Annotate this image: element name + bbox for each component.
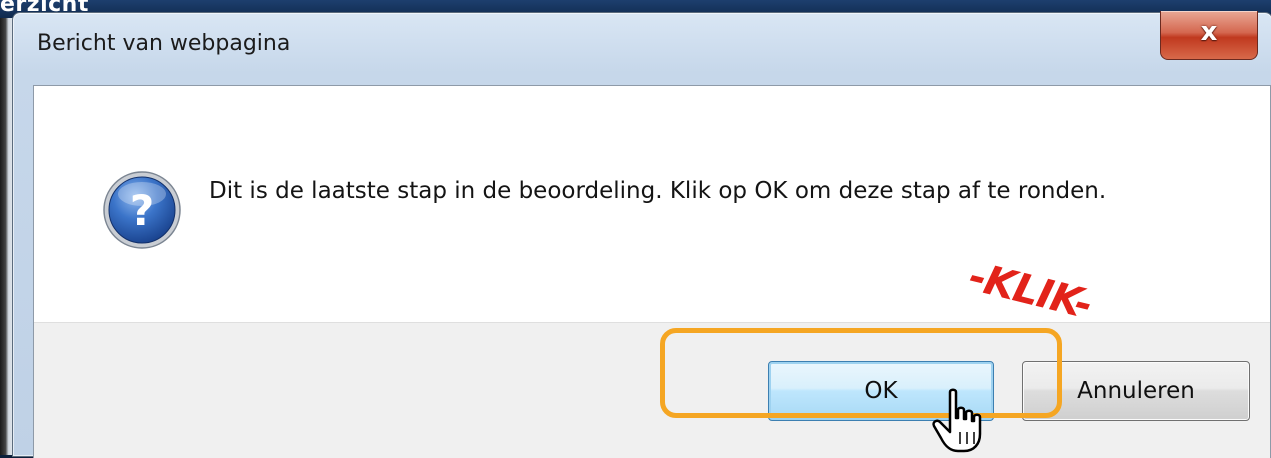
dialog-content: ? Dit is de laatste stap in de beoordeli… (33, 85, 1271, 458)
ok-highlight-annotation (660, 328, 1062, 418)
svg-text:?: ? (130, 186, 154, 235)
button-bar: OK Annuleren (34, 322, 1270, 458)
message-dialog: Bericht van webpagina x ? Dit is de laat… (12, 11, 1271, 458)
dialog-titlebar[interactable]: Bericht van webpagina x (13, 11, 1271, 81)
close-button[interactable]: x (1160, 11, 1258, 60)
hand-cursor-icon (932, 388, 982, 453)
dialog-message: Dit is de laatste stap in de beoordeling… (209, 178, 1107, 204)
question-icon: ? (103, 171, 181, 249)
close-icon: x (1200, 17, 1218, 47)
dialog-title: Bericht van webpagina (37, 31, 291, 56)
